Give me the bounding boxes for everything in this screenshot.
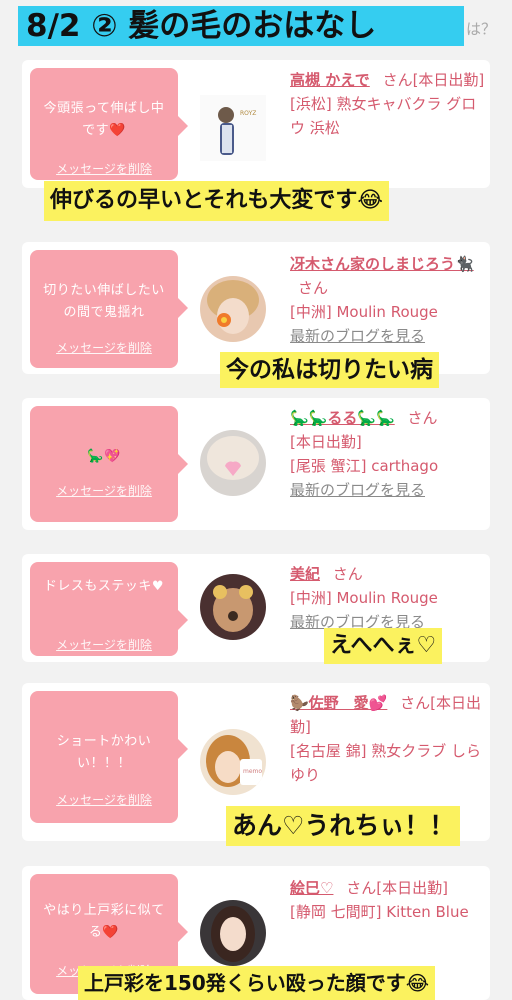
avatar[interactable]: [200, 574, 266, 640]
shop-text: [中洲] Moulin Rouge: [290, 303, 438, 321]
profile-name[interactable]: 🦕🦕るる🦕🦕: [290, 409, 395, 427]
caption: 上戸彩を150発くらい殴った顔です😂: [78, 966, 436, 1000]
shop-text: [中洲] Moulin Rouge: [290, 589, 438, 607]
delete-message-link[interactable]: メッセージを削除: [30, 160, 178, 177]
svg-text:ROYZ: ROYZ: [240, 110, 256, 117]
honorific: さん: [298, 279, 329, 297]
status-text: [本日出勤]: [290, 433, 362, 451]
avatar[interactable]: memo: [200, 729, 266, 795]
honorific: さん: [346, 879, 377, 897]
profile-info: 絵巳♡ さん[本日出勤] [静岡 七間町] Kitten Blue: [290, 876, 486, 924]
message-text: 切りたい伸ばしたいの間で鬼揺れ: [43, 283, 165, 320]
message-card: 今頭張って伸ばし中です❤️ メッセージを削除 ROYZ 高槻 かえで さん[本日…: [22, 60, 490, 188]
delete-message-link[interactable]: メッセージを削除: [30, 339, 178, 356]
profile-name[interactable]: 高槻 かえで: [290, 71, 370, 89]
honorific: さん: [382, 71, 413, 89]
message-text: 🦕💖: [87, 449, 121, 464]
corner-text: は？: [466, 20, 497, 38]
shop-text: [尾張 蟹江] carthago: [290, 457, 439, 475]
avatar[interactable]: ROYZ: [200, 95, 266, 161]
honorific: さん: [407, 409, 438, 427]
profile-info: 高槻 かえで さん[本日出勤] [浜松] 熟女キャバクラ グロウ 浜松: [290, 68, 486, 140]
message-text: ドレスもステッキ♥: [43, 579, 165, 594]
svg-text:memo: memo: [243, 768, 262, 775]
honorific: さん: [332, 565, 363, 583]
profile-info: 美紀 さん [中洲] Moulin Rouge 最新のブログを見る: [290, 562, 486, 634]
message-bubble: ショートかわいい！！！ メッセージを削除: [30, 691, 188, 823]
message-text: やはり上戸彩に似てる❤️: [43, 903, 165, 940]
avatar[interactable]: [200, 430, 266, 496]
profile-name[interactable]: 絵巳♡: [290, 879, 333, 897]
profile-info: 🦫佐野 愛💕 さん[本日出勤] [名古屋 錦] 熟女クラブ しらゆり: [290, 691, 486, 787]
shop-text: [静岡 七間町] Kitten Blue: [290, 903, 469, 921]
status-text: [本日出勤]: [376, 879, 448, 897]
latest-blog-link[interactable]: 最新のブログを見る: [290, 481, 425, 499]
avatar[interactable]: [200, 900, 266, 966]
avatar[interactable]: [200, 276, 266, 342]
caption: えへへぇ♡: [324, 628, 443, 664]
caption: 伸びるの早いとそれも大変です😂: [44, 181, 390, 221]
delete-message-link[interactable]: メッセージを削除: [30, 636, 178, 653]
message-text: ショートかわいい！！！: [56, 734, 152, 771]
message-bubble: ドレスもステッキ♥ メッセージを削除: [30, 562, 188, 656]
message-bubble: 🦕💖 メッセージを削除: [30, 406, 188, 522]
latest-blog-link[interactable]: 最新のブログを見る: [290, 327, 425, 345]
shop-text: [浜松] 熟女キャバクラ グロウ 浜松: [290, 95, 477, 137]
profile-info: 冴木さん家のしまじろう🐈‍⬛ さん [中洲] Moulin Rouge 最新のブ…: [290, 252, 486, 348]
delete-message-link[interactable]: メッセージを削除: [30, 791, 178, 808]
profile-name[interactable]: 美紀: [290, 565, 320, 583]
shop-text: [名古屋 錦] 熟女クラブ しらゆり: [290, 742, 482, 784]
page-title: 8/2 ② 髪の毛のおはなし: [18, 6, 464, 46]
profile-info: 🦕🦕るる🦕🦕 さん [本日出勤] [尾張 蟹江] carthago 最新のブログ…: [290, 406, 486, 502]
delete-message-link[interactable]: メッセージを削除: [30, 482, 178, 499]
profile-name[interactable]: 冴木さん家のしまじろう🐈‍⬛: [290, 255, 474, 273]
message-bubble: 切りたい伸ばしたいの間で鬼揺れ メッセージを削除: [30, 250, 188, 368]
message-bubble: 今頭張って伸ばし中です❤️ メッセージを削除: [30, 68, 188, 180]
status-text: [本日出勤]: [412, 71, 485, 89]
caption: あん♡うれちぃ！！: [226, 806, 461, 846]
profile-name[interactable]: 🦫佐野 愛💕: [290, 694, 387, 712]
caption: 今の私は切りたい病: [220, 352, 439, 388]
message-card: 🦕💖 メッセージを削除 🦕🦕るる🦕🦕 さん [本日出勤] [尾張 蟹江] car…: [22, 398, 490, 530]
honorific: さん: [400, 694, 431, 712]
message-text: 今頭張って伸ばし中です❤️: [43, 101, 165, 138]
